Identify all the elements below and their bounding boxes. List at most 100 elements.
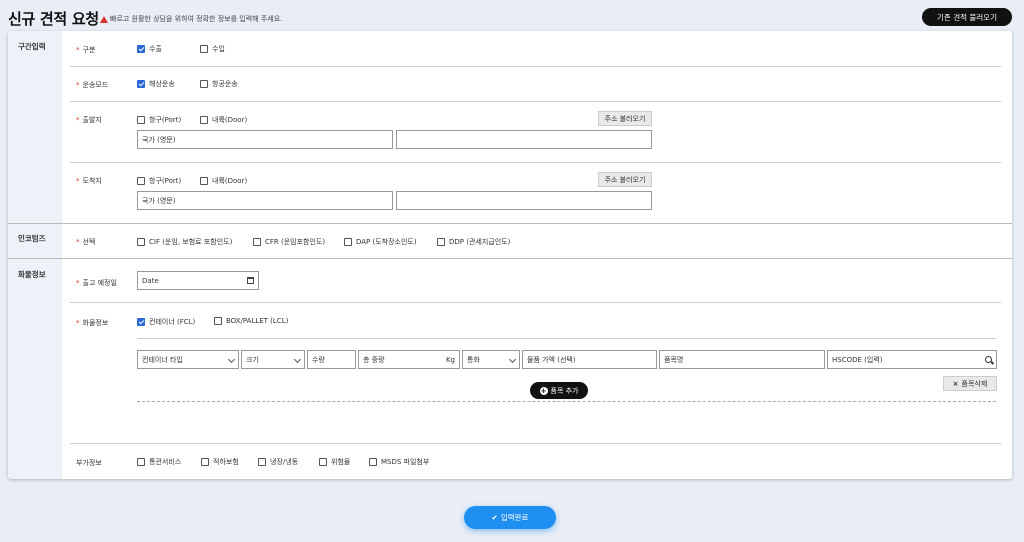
extra-customs-checkbox[interactable]: 통관서비스: [137, 457, 181, 467]
extra-cold-checkbox[interactable]: 냉장/냉동: [258, 457, 298, 467]
origin-port-label: 항구(Port): [149, 116, 182, 124]
checkbox-icon: [253, 238, 261, 246]
weight-input[interactable]: 총 중량 Kg: [358, 350, 460, 369]
air-label: 항공운송: [212, 80, 238, 88]
divider: [70, 162, 1001, 163]
dest-port-label: 항구(Port): [149, 177, 182, 185]
extra-msds-checkbox[interactable]: MSDS 파일첨부: [369, 457, 429, 467]
section-route: 구간입력: [8, 31, 62, 223]
sea-checkbox[interactable]: 해상운송: [137, 79, 175, 89]
type-label: * 구분: [76, 46, 96, 54]
dest-country-input[interactable]: 국가 (영문): [137, 191, 393, 210]
size-select[interactable]: 크기: [241, 350, 305, 369]
origin-address-button[interactable]: 주소 불러오기: [598, 111, 652, 126]
incoterm-ddp-checkbox[interactable]: DDP (관세지급인도): [437, 237, 510, 247]
divider: [70, 66, 1001, 67]
page-title: 신규 견적 요청: [8, 10, 99, 28]
extra-hazard-checkbox[interactable]: 위험물: [319, 457, 350, 467]
origin-door-label: 내륙(Door): [212, 116, 248, 124]
incoterm-option-label: DAP (도착장소인도): [356, 238, 417, 246]
chevron-down-icon: [508, 355, 517, 364]
extra-option-label: MSDS 파일첨부: [381, 458, 430, 466]
origin-label-text: 출발지: [82, 116, 102, 124]
divider: [8, 258, 1012, 259]
dest-door-label: 내륙(Door): [212, 177, 248, 185]
checkbox-icon: [369, 458, 377, 466]
value-input[interactable]: 물품 가액 (선택): [522, 350, 657, 369]
quote-form: 구간입력 인코텀즈 화물정보 * 구분 수출 수입 * 운송모드 해상운송 항공운송…: [8, 31, 1012, 479]
plus-icon: +: [539, 386, 548, 395]
dest-port-checkbox[interactable]: 항구(Port): [137, 176, 181, 186]
incoterm-label: * 선택: [76, 238, 96, 246]
air-checkbox[interactable]: 항공운송: [200, 79, 238, 89]
close-icon: ×: [952, 379, 959, 388]
origin-label: * 출발지: [76, 116, 102, 124]
cargo-info-label-text: 화물정보: [82, 319, 109, 327]
add-item-label: 품목 추가: [550, 386, 579, 395]
checkbox-icon: [137, 177, 145, 185]
incoterm-cfr-checkbox[interactable]: CFR (운임포함인도): [253, 237, 325, 247]
checkbox-icon: [137, 458, 145, 466]
load-quote-button[interactable]: 기존 견적 불러오기: [922, 8, 1012, 26]
notice-text: 빠르고 원활한 상담을 위하여 정확한 정보를 입력해 주세요.: [110, 15, 283, 23]
search-icon[interactable]: [985, 356, 992, 363]
notice: 빠르고 원활한 상담을 위하여 정확한 정보를 입력해 주세요.: [100, 14, 282, 24]
incoterm-dap-checkbox[interactable]: DAP (도착장소인도): [344, 237, 417, 247]
lcl-checkbox[interactable]: BOX/PALLET (LCL): [214, 317, 288, 325]
checkbox-icon: [319, 458, 327, 466]
submit-button[interactable]: ✔ 입력완료: [464, 506, 556, 529]
ship-date-label-text: 출고 예정일: [82, 279, 117, 287]
extra-insurance-checkbox[interactable]: 적하보험: [201, 457, 239, 467]
check-icon: ✔: [491, 513, 498, 522]
checkbox-icon: [344, 238, 352, 246]
dest-label-text: 도착지: [82, 177, 102, 185]
section-incoterms-label: 인코텀즈: [18, 234, 46, 243]
incoterm-option-label: CFR (운임포함인도): [265, 238, 326, 246]
chevron-down-icon: [293, 355, 302, 364]
ship-date-label: * 출고 예정일: [76, 279, 117, 287]
container-type-select[interactable]: 컨테이너 타입: [137, 350, 239, 369]
origin-address-input[interactable]: [396, 130, 652, 149]
incoterm-option-label: DDP (관세지급인도): [449, 238, 511, 246]
item-name-input[interactable]: 품목명: [659, 350, 825, 369]
dest-address-input[interactable]: [396, 191, 652, 210]
currency-select[interactable]: 통화: [462, 350, 520, 369]
cargo-info-label: * 화물정보: [76, 319, 109, 327]
delete-item-button[interactable]: × 품목삭제: [943, 376, 997, 391]
checkbox-icon: [200, 80, 208, 88]
checkbox-icon: [200, 177, 208, 185]
checkbox-checked-icon: [137, 45, 145, 53]
currency-value: 통화: [467, 355, 480, 364]
divider: [70, 302, 1001, 303]
section-cargo-label: 화물정보: [18, 270, 46, 279]
section-cargo: 화물정보: [8, 259, 62, 479]
import-checkbox[interactable]: 수입: [200, 44, 225, 54]
incoterm-cif-checkbox[interactable]: CIF (운임, 보험료 포함인도): [137, 237, 232, 247]
dest-door-checkbox[interactable]: 내륙(Door): [200, 176, 247, 186]
divider: [70, 101, 1001, 102]
checkbox-checked-icon: [137, 318, 145, 326]
incoterm-label-text: 선택: [82, 238, 96, 246]
checkbox-checked-icon: [137, 80, 145, 88]
checkbox-icon: [214, 317, 222, 325]
export-label: 수출: [149, 45, 162, 53]
lcl-label: BOX/PALLET (LCL): [226, 317, 289, 325]
origin-country-input[interactable]: 국가 (영문): [137, 130, 393, 149]
origin-door-checkbox[interactable]: 내륙(Door): [200, 115, 247, 125]
add-item-button[interactable]: + 품목 추가: [530, 382, 588, 399]
dest-address-button[interactable]: 주소 불러오기: [598, 172, 652, 187]
warning-icon: [100, 15, 108, 23]
transport-label: * 운송모드: [76, 81, 109, 89]
weight-unit: Kg: [445, 355, 455, 364]
checkbox-icon: [201, 458, 209, 466]
ship-date-input[interactable]: Date: [137, 271, 259, 290]
divider: [70, 443, 1001, 444]
divider: [137, 338, 996, 339]
fcl-checkbox[interactable]: 컨테이너 (FCL): [137, 317, 195, 327]
dest-label: * 도착지: [76, 177, 102, 185]
qty-input[interactable]: 수량: [307, 350, 356, 369]
hscode-input[interactable]: HSCODE (입력): [827, 350, 997, 369]
origin-port-checkbox[interactable]: 항구(Port): [137, 115, 181, 125]
export-checkbox[interactable]: 수출: [137, 44, 162, 54]
calendar-icon[interactable]: [247, 277, 254, 284]
